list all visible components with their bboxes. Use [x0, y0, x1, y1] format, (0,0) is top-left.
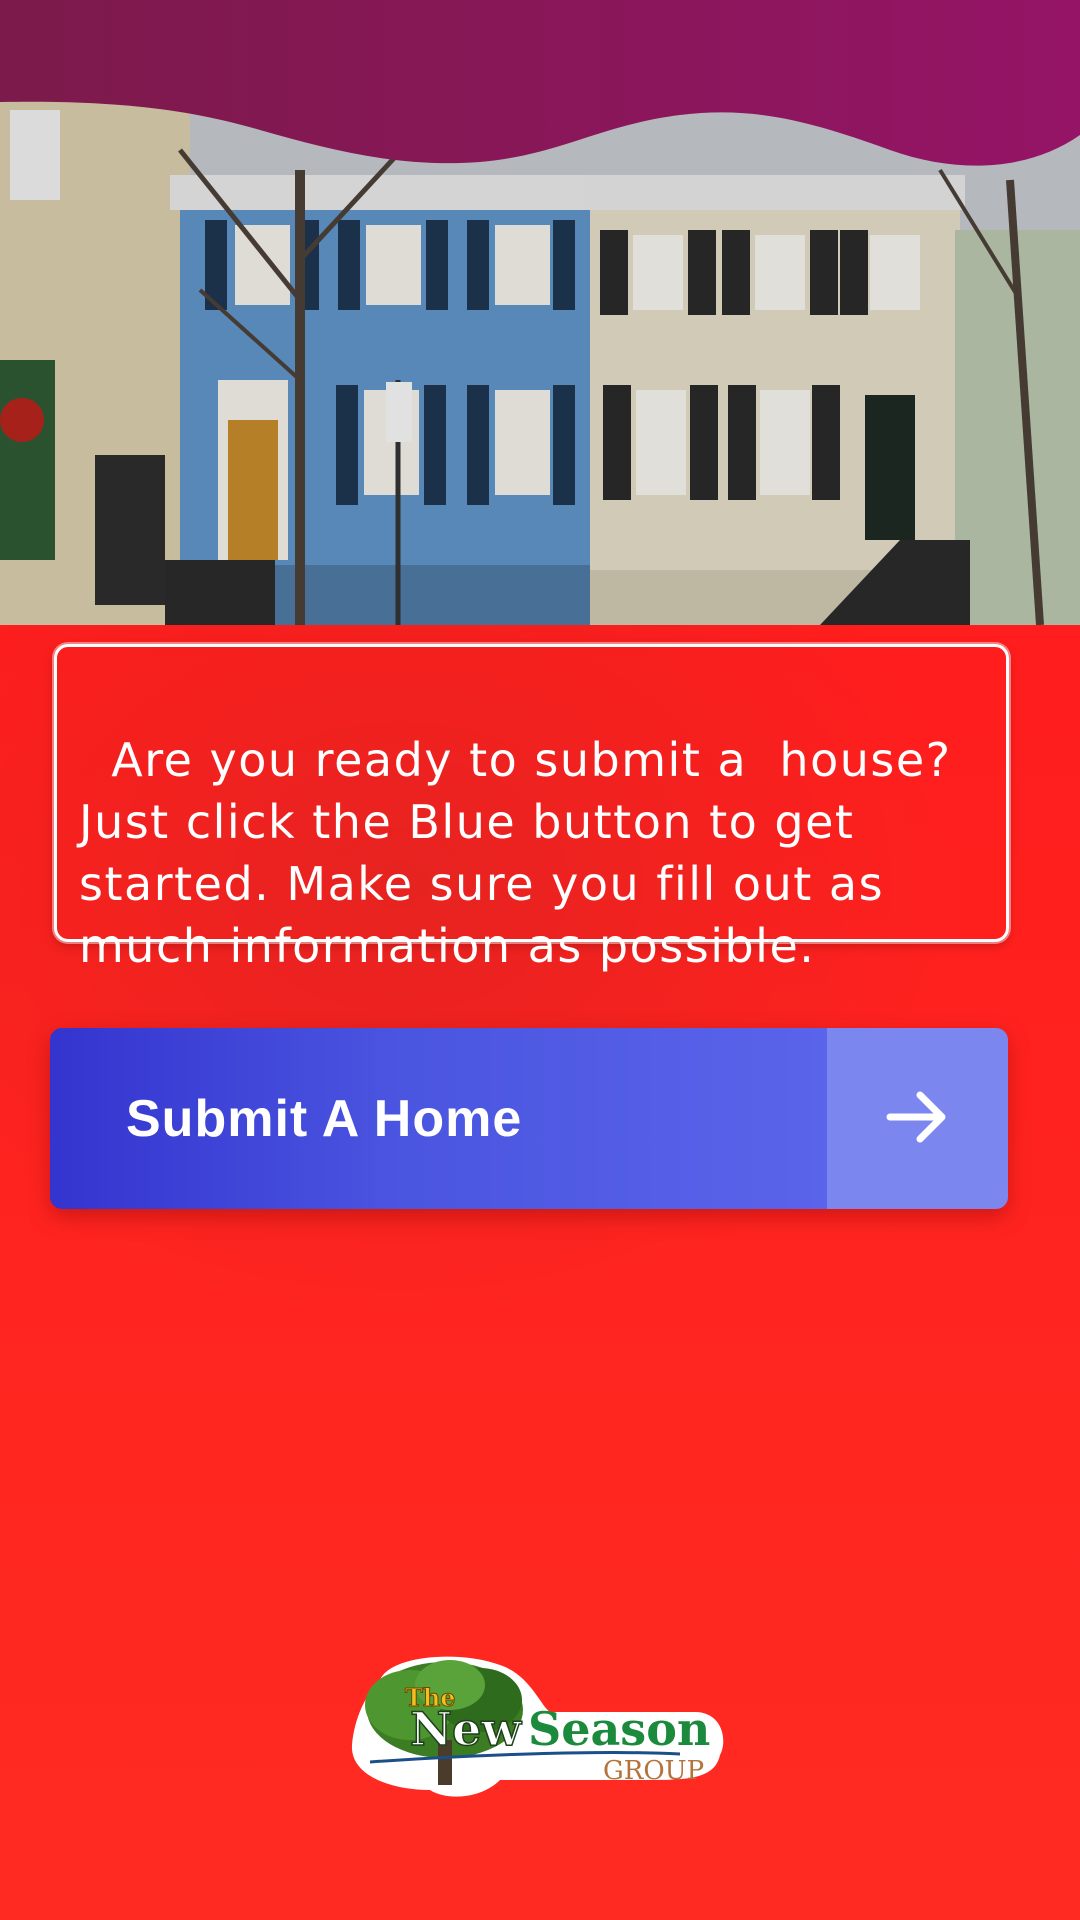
instructions-text: Are you ready to submit a house? Just cl… [79, 733, 968, 973]
header-wave [0, 0, 1080, 166]
submit-button-label: Submit A Home [126, 1089, 523, 1148]
instructions-box: Are you ready to submit a house? Just cl… [54, 644, 1009, 973]
hero-photo [0, 0, 1080, 625]
arrow-right-icon [886, 1089, 950, 1149]
submit-arrow-area[interactable] [827, 1028, 1008, 1209]
logo-text-new: New [409, 1701, 521, 1757]
submit-a-home-button[interactable]: Submit A Home [50, 1028, 1008, 1209]
new-season-group-logo: The New Season GROUP [350, 1650, 730, 1800]
logo-text-season: Season [528, 1702, 711, 1756]
logo-text-group: GROUP [603, 1756, 705, 1786]
submit-button-main[interactable]: Submit A Home [50, 1028, 827, 1209]
